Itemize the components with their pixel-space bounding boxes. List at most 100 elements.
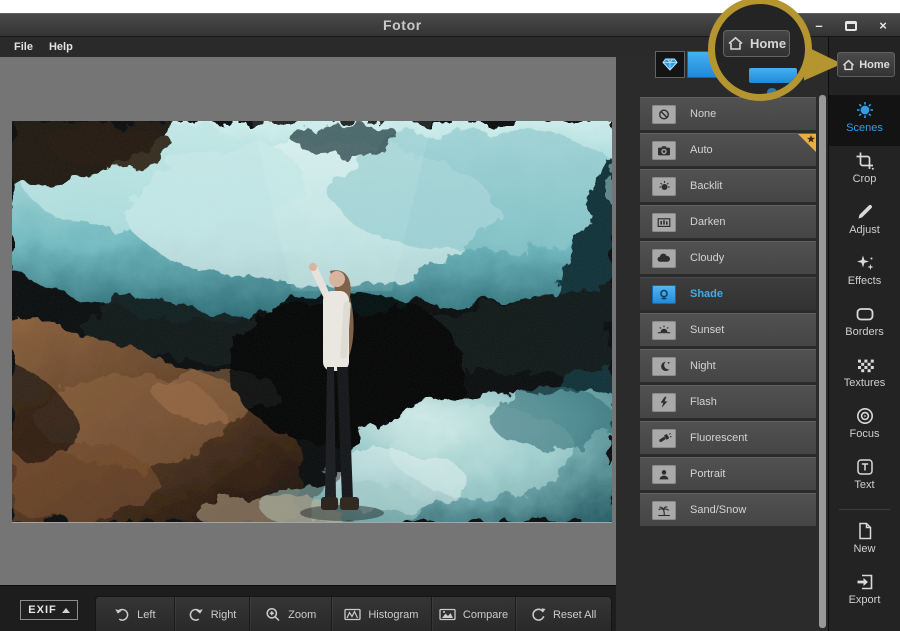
exif-button[interactable]: EXIF [20, 600, 78, 620]
scene-item-sunset[interactable]: Sunset [640, 313, 816, 346]
tool-borders[interactable]: Borders [829, 299, 900, 350]
tool-label: Text [854, 479, 874, 491]
sunset-icon [652, 321, 676, 340]
scene-item-sand-snow[interactable]: Sand/Snow [640, 493, 816, 526]
tool-label: Export [849, 594, 881, 606]
tool-label: Scenes [846, 122, 883, 134]
scene-item-darken[interactable]: Darken [640, 205, 816, 238]
photo-canvas[interactable] [12, 121, 612, 522]
palm-tree-icon [652, 501, 676, 520]
tool-focus[interactable]: Focus [829, 401, 900, 452]
histogram-icon [344, 607, 361, 622]
border-frame-icon [855, 304, 875, 324]
scene-label: Flash [690, 396, 717, 408]
annotation-circle: Home [708, 0, 812, 101]
backlit-sun-icon [652, 177, 676, 196]
tool-label: Focus [850, 428, 880, 440]
diamond-gem-icon [662, 58, 678, 71]
zoom-label: Zoom [288, 609, 316, 621]
home-button-label: Home [859, 59, 890, 71]
text-box-icon [855, 457, 875, 477]
tool-label: New [853, 543, 875, 555]
star-icon [807, 135, 815, 143]
zoom-button[interactable]: Zoom [249, 597, 331, 631]
tool-adjust[interactable]: Adjust [829, 197, 900, 248]
tool-export[interactable]: Export [829, 567, 900, 618]
tool-effects[interactable]: Effects [829, 248, 900, 299]
scene-item-none[interactable]: None [640, 97, 816, 130]
view-toolbar: Left Right Zoom Histogram Compare Reset … [95, 596, 612, 631]
scene-item-portrait[interactable]: Portrait [640, 457, 816, 490]
tool-crop[interactable]: Crop [829, 146, 900, 197]
reset-all-label: Reset All [553, 609, 596, 621]
tool-label: Effects [848, 275, 881, 287]
compare-button[interactable]: Compare [431, 597, 516, 631]
moon-icon [652, 357, 676, 376]
compare-photo-icon [439, 607, 456, 622]
minimize-button[interactable]: – [808, 17, 830, 34]
rotate-right-button[interactable]: Right [174, 597, 250, 631]
tool-text[interactable]: Text [829, 452, 900, 503]
fotor-app-window: Fotor – × File Help [0, 0, 900, 631]
histogram-button[interactable]: Histogram [331, 597, 431, 631]
rotate-right-label: Right [211, 609, 237, 621]
scene-label: Shade [690, 288, 723, 300]
scene-item-flash[interactable]: Flash [640, 385, 816, 418]
scene-list: None Auto Backlit Darken Cloud [640, 97, 816, 529]
crop-icon [855, 151, 875, 171]
scene-label: Backlit [690, 180, 722, 192]
magnified-blue-tab [749, 68, 797, 83]
scene-label: Cloudy [690, 252, 724, 264]
tool-label: Borders [845, 326, 884, 338]
menu-file[interactable]: File [14, 41, 33, 53]
histogram-label: Histogram [368, 609, 418, 621]
rotate-left-label: Left [137, 609, 155, 621]
home-icon [727, 36, 744, 51]
tool-label: Adjust [849, 224, 880, 236]
shade-lamp-icon [652, 285, 676, 304]
tool-label: Textures [844, 377, 886, 389]
tool-new[interactable]: New [829, 516, 900, 567]
enhance-gem-tab[interactable] [655, 51, 685, 78]
scene-item-auto[interactable]: Auto [640, 133, 816, 166]
exif-label: EXIF [28, 604, 56, 616]
reset-all-button[interactable]: Reset All [515, 597, 611, 631]
menu-help[interactable]: Help [49, 41, 73, 53]
magnified-home-label: Home [750, 36, 786, 51]
rotate-left-icon [114, 607, 130, 622]
maximize-icon [845, 21, 857, 31]
scene-list-scrollbar[interactable] [819, 95, 826, 628]
scene-label: None [690, 108, 716, 120]
home-button[interactable]: Home [837, 52, 895, 77]
scene-label: Sunset [690, 324, 724, 336]
close-button[interactable]: × [872, 17, 894, 34]
scene-item-cloudy[interactable]: Cloudy [640, 241, 816, 274]
maximize-button[interactable] [840, 17, 862, 34]
sparkles-icon [855, 253, 875, 273]
window-controls: – × [808, 16, 894, 35]
bottom-bar: EXIF Left Right Zoom Histogram Comp [0, 585, 616, 631]
scene-item-shade[interactable]: Shade [640, 277, 816, 310]
home-icon [842, 59, 855, 71]
none-icon [652, 105, 676, 124]
cloud-icon [652, 249, 676, 268]
scene-label: Portrait [690, 468, 725, 480]
target-icon [855, 406, 875, 426]
scene-label: Fluorescent [690, 432, 747, 444]
reset-circular-icon [531, 607, 546, 622]
darken-icon [652, 213, 676, 232]
tool-list: Scenes Crop Adjust Effects Borders Textu… [829, 95, 900, 618]
scene-item-backlit[interactable]: Backlit [640, 169, 816, 202]
scene-label: Night [690, 360, 716, 372]
sidebar-divider [839, 509, 890, 510]
portrait-icon [652, 465, 676, 484]
scene-item-night[interactable]: Night [640, 349, 816, 382]
rotate-right-icon [188, 607, 204, 622]
tool-textures[interactable]: Textures [829, 350, 900, 401]
tool-scenes[interactable]: Scenes [829, 95, 900, 146]
lightning-icon [652, 393, 676, 412]
tools-sidebar: Home Scenes Crop Adjust Effects Borders [828, 37, 900, 631]
rotate-left-button[interactable]: Left [96, 597, 174, 631]
app-title: Fotor [383, 17, 422, 33]
scene-item-fluorescent[interactable]: Fluorescent [640, 421, 816, 454]
